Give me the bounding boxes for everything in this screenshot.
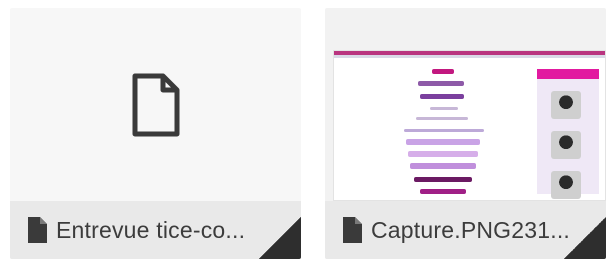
file-icon bbox=[28, 217, 47, 243]
preview-sidebar bbox=[537, 69, 599, 199]
preview-photo bbox=[551, 91, 581, 119]
file-card-entrevue[interactable]: Entrevue tice-co... bbox=[10, 8, 301, 259]
preview-photo bbox=[551, 131, 581, 159]
preview-line bbox=[404, 129, 484, 132]
preview-line bbox=[420, 94, 464, 99]
preview-line bbox=[430, 107, 458, 110]
file-name: Capture.PNG231... bbox=[371, 216, 571, 243]
page-fold-corner bbox=[259, 217, 301, 259]
file-thumbnail[interactable] bbox=[10, 8, 301, 201]
file-card-capture[interactable]: Capture.PNG231... bbox=[325, 8, 606, 259]
preview-line bbox=[416, 117, 468, 120]
preview-line bbox=[414, 177, 472, 182]
preview-line bbox=[420, 189, 466, 194]
preview-line bbox=[432, 69, 454, 74]
file-name-bar[interactable]: Entrevue tice-co... bbox=[10, 201, 301, 259]
file-icon bbox=[343, 217, 362, 243]
page-fold-corner bbox=[564, 217, 606, 259]
file-name: Entrevue tice-co... bbox=[56, 216, 246, 243]
preview-line bbox=[418, 81, 464, 86]
preview-line bbox=[406, 139, 480, 145]
preview-photo bbox=[551, 171, 581, 199]
image-preview[interactable] bbox=[333, 50, 606, 201]
preview-sidebar-header bbox=[537, 69, 599, 79]
preview-line bbox=[408, 151, 478, 157]
preview-nav-bar bbox=[334, 55, 605, 58]
blank-file-icon bbox=[132, 73, 179, 136]
preview-line bbox=[410, 163, 476, 169]
